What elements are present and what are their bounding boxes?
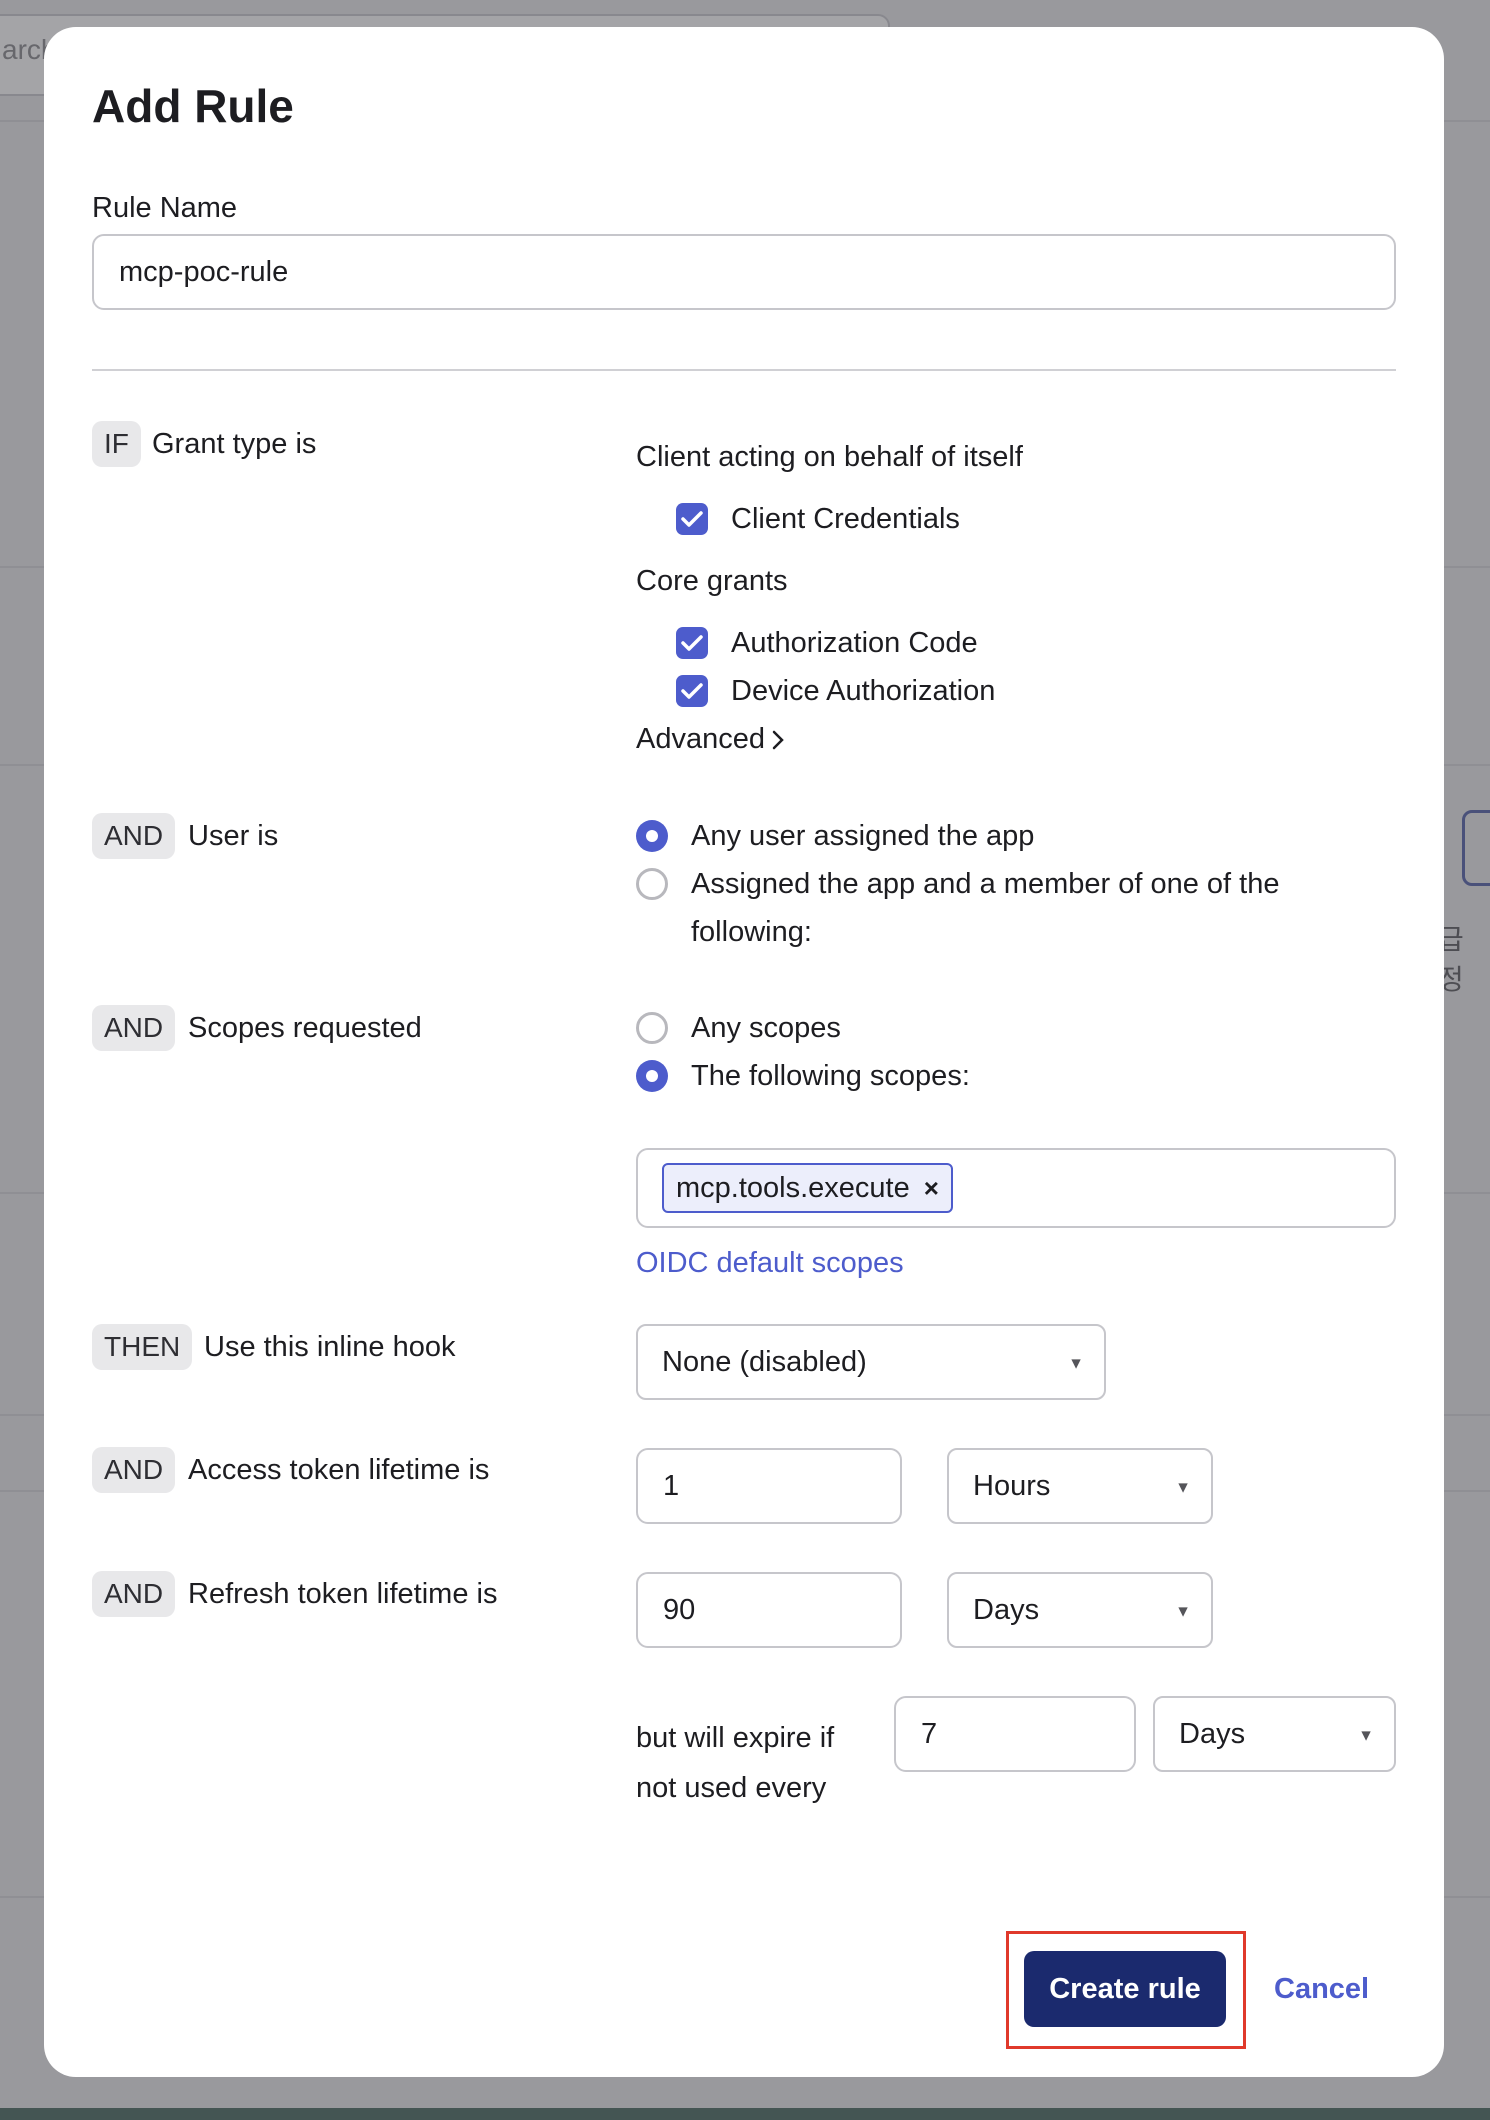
scopes-requested-label: Scopes requested — [188, 1012, 422, 1044]
refresh-expire-unit-select[interactable]: Days ▼ — [1153, 1696, 1396, 1772]
remove-scope-icon[interactable]: × — [924, 1173, 939, 1204]
expire-if-unused-label: but will expire if — [636, 1722, 835, 1754]
any-scopes-label: Any scopes — [691, 1012, 841, 1044]
inline-hook-label: Use this inline hook — [204, 1331, 456, 1363]
access-token-lifetime-label: Access token lifetime is — [188, 1454, 490, 1486]
caret-down-icon: ▼ — [1068, 1355, 1084, 1373]
rule-name-input[interactable]: mcp-poc-rule — [92, 234, 1396, 310]
check-icon — [681, 511, 703, 527]
scopes-input[interactable]: mcp.tools.execute × — [636, 1148, 1396, 1228]
following-scopes-radio[interactable] — [636, 1060, 668, 1092]
inline-hook-value: None (disabled) — [662, 1345, 867, 1378]
caret-down-icon: ▼ — [1175, 1603, 1191, 1621]
create-rule-button[interactable]: Create rule — [1024, 1951, 1226, 2027]
device-authorization-checkbox[interactable] — [676, 675, 708, 707]
authorization-code-label: Authorization Code — [731, 627, 978, 659]
following-scopes-label: The following scopes: — [691, 1060, 970, 1092]
any-scopes-radio[interactable] — [636, 1012, 668, 1044]
and-tag: AND — [92, 1447, 176, 1493]
then-tag: THEN — [92, 1324, 193, 1370]
refresh-expire-unit-value: Days — [1179, 1717, 1246, 1750]
add-rule-dialog: Add Rule Rule Name mcp-poc-rule IF Grant… — [44, 27, 1444, 2077]
scope-chip: mcp.tools.execute × — [662, 1163, 953, 1213]
check-icon — [681, 683, 703, 699]
scope-chip-label: mcp.tools.execute — [676, 1171, 910, 1204]
core-grants-heading: Core grants — [636, 565, 788, 597]
authorization-code-checkbox[interactable] — [676, 627, 708, 659]
device-authorization-label: Device Authorization — [731, 675, 996, 707]
cancel-button[interactable]: Cancel — [1274, 1951, 1369, 2027]
client-credentials-checkbox[interactable] — [676, 503, 708, 535]
chevron-right-icon — [772, 730, 784, 749]
advanced-toggle[interactable]: Advanced — [636, 723, 785, 756]
member-of-group-label-cont: following: — [691, 916, 812, 948]
any-user-label: Any user assigned the app — [691, 820, 1035, 852]
access-token-lifetime-input[interactable]: 1 — [636, 1448, 902, 1524]
grant-type-label: Grant type is — [152, 428, 317, 460]
client-acting-heading: Client acting on behalf of itself — [636, 441, 1023, 473]
and-tag: AND — [92, 1571, 176, 1617]
caret-down-icon: ▼ — [1175, 1479, 1191, 1497]
access-token-unit-select[interactable]: Hours ▼ — [947, 1448, 1213, 1524]
user-is-label: User is — [188, 820, 279, 852]
access-token-unit-value: Hours — [973, 1469, 1051, 1502]
any-user-radio[interactable] — [636, 820, 668, 852]
refresh-expire-input[interactable]: 7 — [894, 1696, 1136, 1772]
refresh-token-lifetime-label: Refresh token lifetime is — [188, 1578, 498, 1610]
oidc-default-scopes-link[interactable]: OIDC default scopes — [636, 1247, 904, 1280]
advanced-label: Advanced — [636, 723, 765, 755]
if-tag: IF — [92, 421, 141, 467]
refresh-token-unit-value: Days — [973, 1593, 1040, 1626]
caret-down-icon: ▼ — [1358, 1727, 1374, 1745]
inline-hook-select[interactable]: None (disabled) ▼ — [636, 1324, 1106, 1400]
member-of-group-label: Assigned the app and a member of one of … — [691, 868, 1280, 900]
check-icon — [681, 635, 703, 651]
and-tag: AND — [92, 1005, 176, 1051]
client-credentials-label: Client Credentials — [731, 503, 960, 535]
refresh-token-unit-select[interactable]: Days ▼ — [947, 1572, 1213, 1648]
member-of-group-radio[interactable] — [636, 868, 668, 900]
section-divider — [92, 369, 1396, 371]
expire-if-unused-label-cont: not used every — [636, 1772, 827, 1804]
and-tag: AND — [92, 813, 176, 859]
rule-name-label: Rule Name — [92, 192, 238, 224]
dialog-title: Add Rule — [92, 80, 294, 132]
refresh-token-lifetime-input[interactable]: 90 — [636, 1572, 902, 1648]
